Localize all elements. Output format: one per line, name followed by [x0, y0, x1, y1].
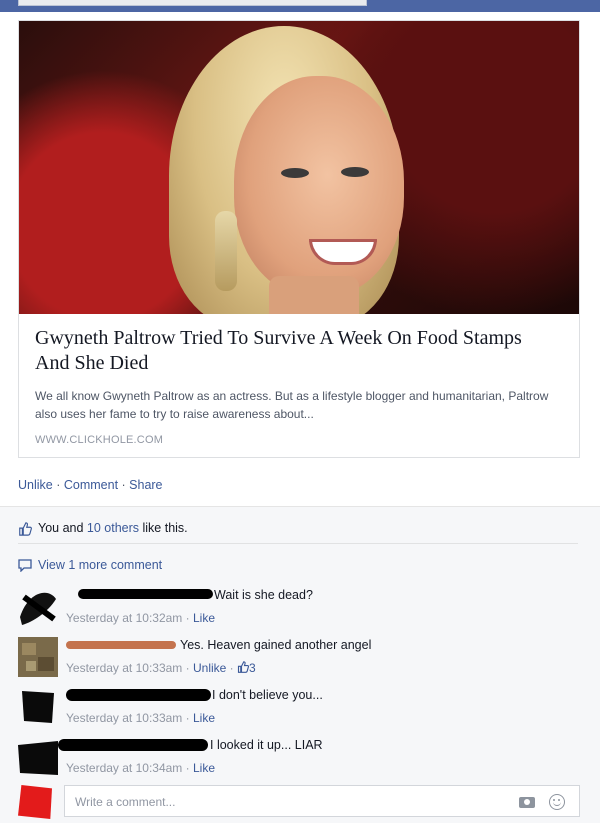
comment-text: Yes. Heaven gained another angel — [180, 638, 372, 652]
redacted-name — [78, 589, 213, 599]
comment-time[interactable]: Yesterday at 10:34am — [66, 761, 182, 775]
likes-summary: You and 10 others like this. — [18, 515, 578, 544]
post-actions: Unlike · Comment · Share — [18, 478, 163, 492]
top-tab — [18, 0, 367, 6]
comment-button[interactable]: Comment — [64, 478, 118, 492]
comment-text: I don't believe you... — [212, 688, 323, 702]
reply-field[interactable] — [64, 785, 580, 817]
feedback-area: You and 10 others like this. View 1 more… — [0, 506, 600, 823]
speech-bubble-icon — [18, 559, 32, 573]
current-user-avatar[interactable] — [18, 785, 52, 819]
comment-input[interactable] — [73, 792, 497, 812]
smiley-icon[interactable] — [549, 794, 565, 810]
share-button[interactable]: Share — [129, 478, 162, 492]
comment-meta: Yesterday at 10:33am · Unlike · 3 — [66, 661, 256, 675]
comment-item: I don't believe you... Yesterday at 10:3… — [18, 687, 578, 733]
comment-text: Wait is she dead? — [214, 588, 313, 602]
avatar[interactable] — [18, 687, 58, 727]
comment-meta: Yesterday at 10:32am · Like — [66, 611, 215, 625]
comment-time[interactable]: Yesterday at 10:32am — [66, 611, 182, 625]
link-preview[interactable]: Gwyneth Paltrow Tried To Survive A Week … — [18, 20, 580, 458]
comment-item: Wait is she dead? Yesterday at 10:32am ·… — [18, 587, 578, 633]
comment-time[interactable]: Yesterday at 10:33am — [66, 711, 182, 725]
link-preview-image[interactable] — [19, 21, 579, 314]
comment-unlike-button[interactable]: Unlike — [193, 661, 226, 675]
thumbs-up-icon — [19, 522, 32, 536]
unlike-button[interactable]: Unlike — [18, 478, 53, 492]
comment-like-button[interactable]: Like — [193, 611, 215, 625]
comment-like-count[interactable]: 3 — [249, 661, 256, 675]
avatar[interactable] — [18, 637, 58, 677]
thumbs-up-icon — [237, 661, 250, 673]
reply-box — [18, 785, 580, 819]
link-domain: WWW.CLICKHOLE.COM — [35, 434, 164, 446]
comment-meta: Yesterday at 10:33am · Like — [66, 711, 215, 725]
comment-item: I looked it up... LIAR Yesterday at 10:3… — [18, 737, 578, 783]
comment-time[interactable]: Yesterday at 10:33am — [66, 661, 182, 675]
comment-like-button[interactable]: Like — [193, 711, 215, 725]
redacted-name — [66, 689, 211, 701]
comment-item: Yes. Heaven gained another angel Yesterd… — [18, 637, 578, 683]
camera-icon[interactable] — [519, 797, 535, 808]
post-card: Gwyneth Paltrow Tried To Survive A Week … — [0, 12, 600, 823]
view-more-comments[interactable]: View 1 more comment — [18, 555, 162, 575]
redacted-name — [58, 739, 208, 751]
comment-like-button[interactable]: Like — [193, 761, 215, 775]
avatar[interactable] — [18, 587, 58, 627]
link-description: We all know Gwyneth Paltrow as an actres… — [35, 389, 549, 421]
comment-text: I looked it up... LIAR — [210, 738, 323, 752]
avatar[interactable] — [18, 737, 58, 777]
comment-meta: Yesterday at 10:34am · Like — [66, 761, 215, 775]
link-title[interactable]: Gwyneth Paltrow Tried To Survive A Week … — [35, 326, 560, 376]
redacted-name — [66, 641, 176, 649]
likes-others-link[interactable]: 10 others — [87, 521, 139, 535]
